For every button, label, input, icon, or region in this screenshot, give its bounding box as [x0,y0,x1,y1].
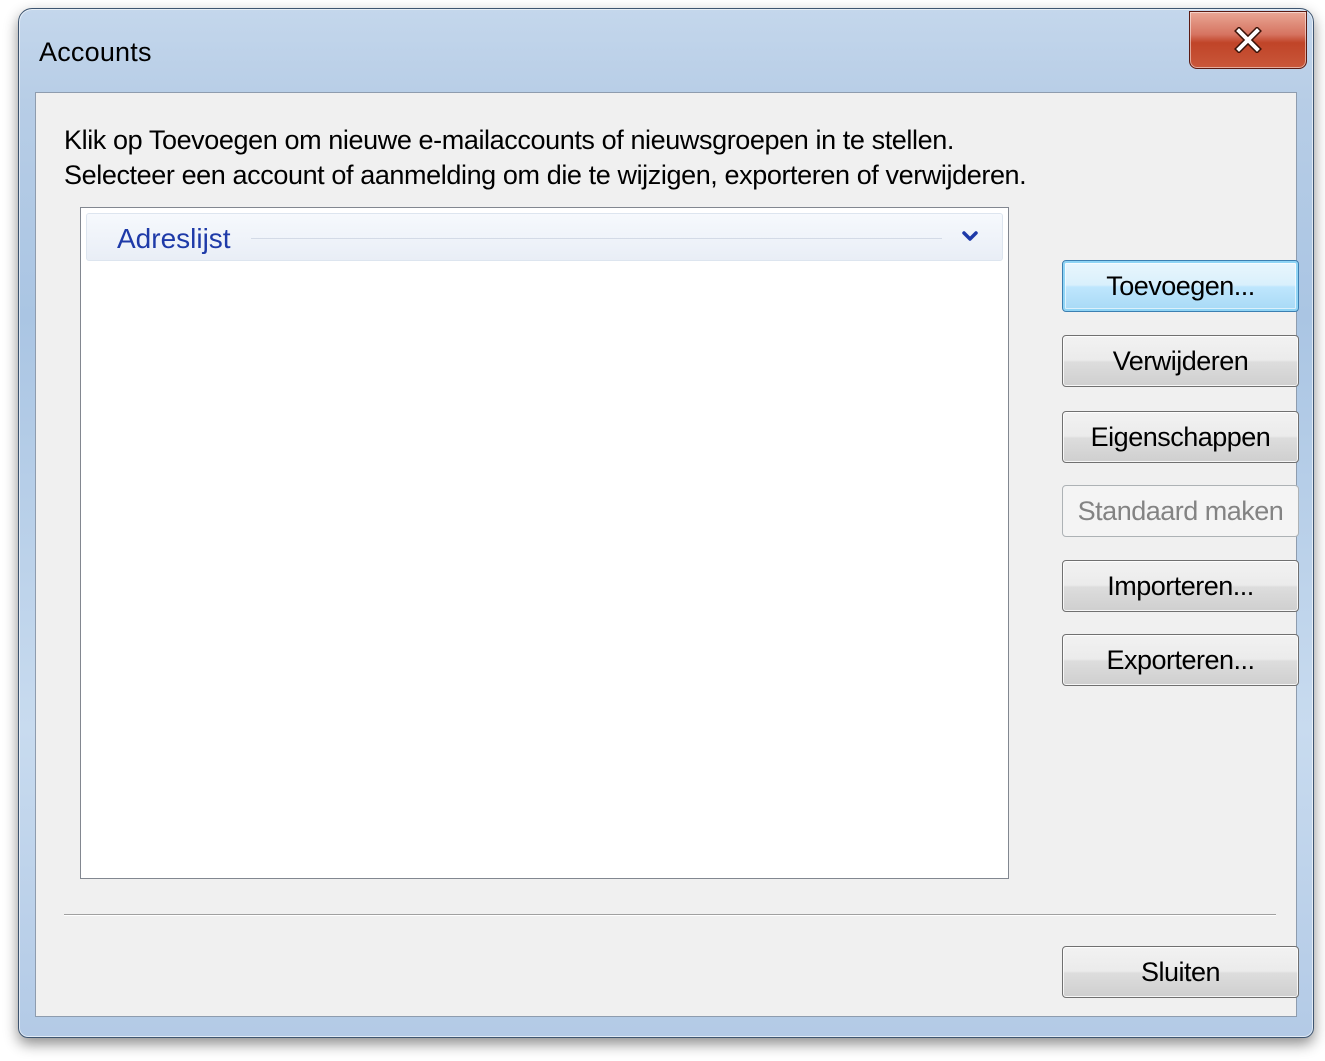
close-button[interactable]: Sluiten [1062,946,1299,998]
instructions-line-2: Selecteer een account of aanmelding om d… [64,160,1027,190]
bottom-separator [64,914,1276,916]
add-button[interactable]: Toevoegen... [1062,260,1299,312]
window-title: Accounts [39,37,152,67]
remove-button[interactable]: Verwijderen [1062,335,1299,387]
import-button[interactable]: Importeren... [1062,560,1299,612]
dialog-client-area: Klik op Toevoegen om nieuwe e-mailaccoun… [35,92,1299,1017]
export-button[interactable]: Exporteren... [1062,634,1299,686]
account-list[interactable]: Adreslijst [80,207,1009,879]
properties-button[interactable]: Eigenschappen [1062,411,1299,463]
group-divider-line [251,238,942,239]
group-label: Adreslijst [117,223,231,254]
set-default-button: Standaard maken [1062,485,1299,537]
chevron-down-icon[interactable] [960,227,980,247]
group-header-adreslijst[interactable]: Adreslijst [86,213,1003,261]
window-close-button[interactable] [1189,11,1307,69]
instructions-line-1: Klik op Toevoegen om nieuwe e-mailaccoun… [64,125,954,155]
instructions-text: Klik op Toevoegen om nieuwe e-mailaccoun… [64,123,1027,193]
accounts-dialog: Accounts Klik op Toevoegen om nieuwe e-m… [18,8,1314,1038]
close-x-icon [1234,27,1262,53]
